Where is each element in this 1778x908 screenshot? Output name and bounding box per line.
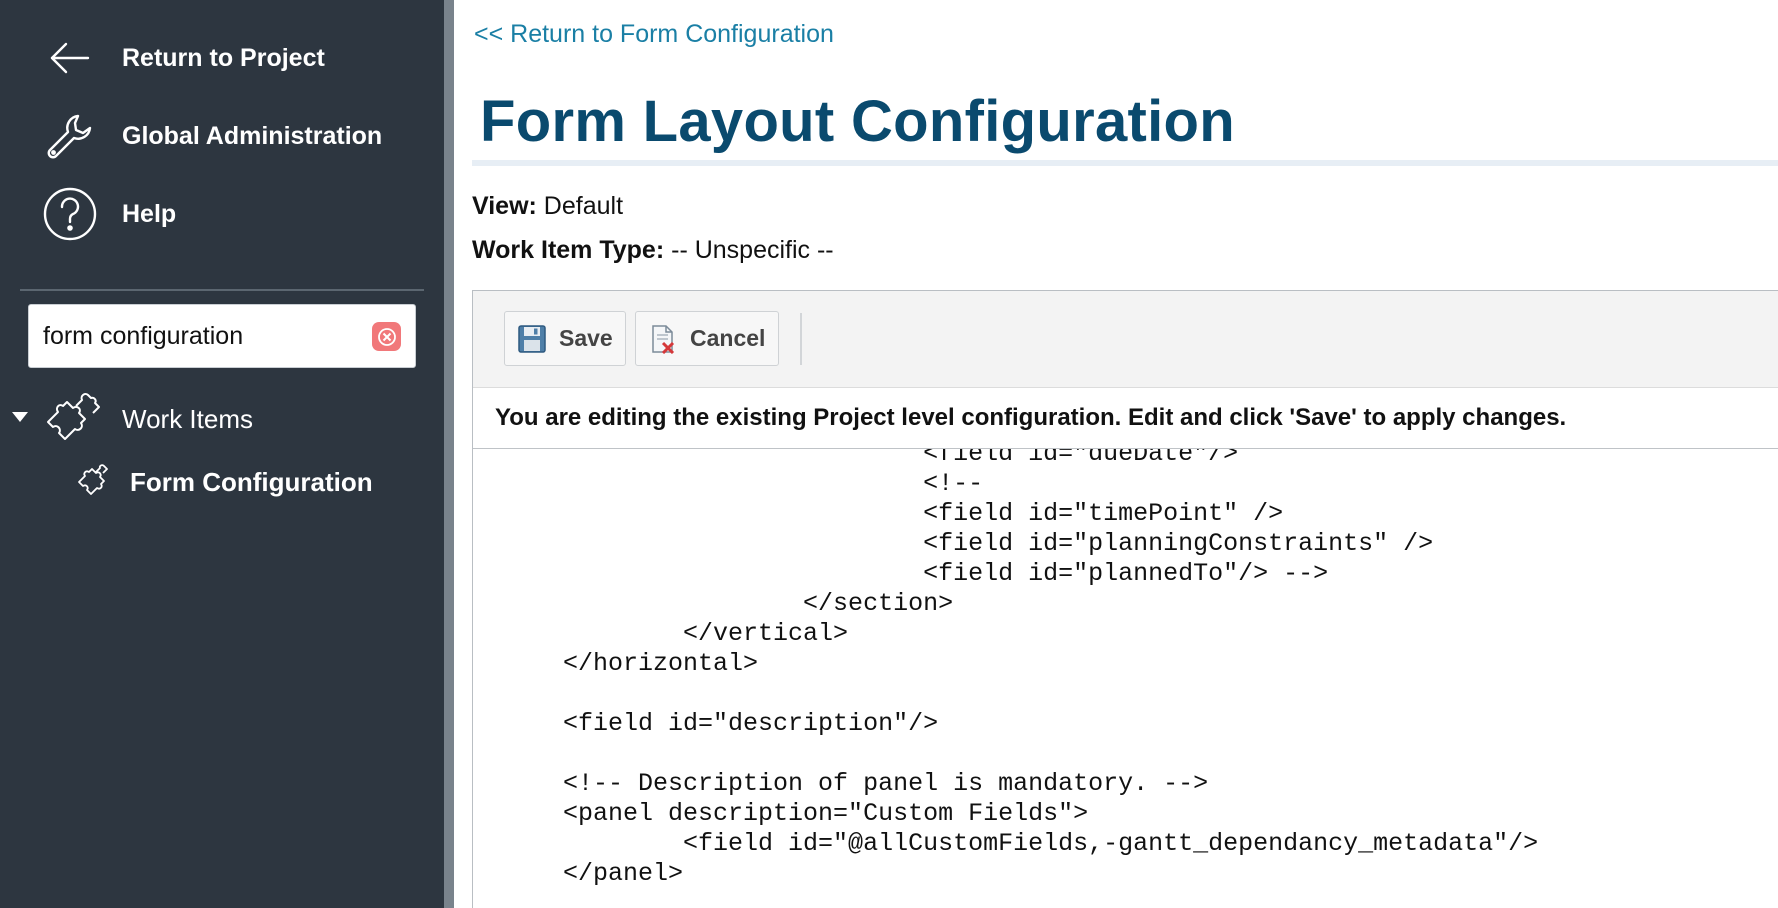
expand-triangle-icon[interactable] [12,412,28,422]
code-line: </panel> [473,859,684,888]
code-line: </section> [473,589,954,618]
save-label: Save [559,325,613,351]
view-line: View: Default [472,192,623,221]
work-item-type-line: Work Item Type: -- Unspecific -- [472,236,834,265]
cancel-button[interactable]: Cancel [635,311,779,366]
code-line: <!-- Description of panel is mandatory. … [473,769,1209,798]
puzzle-icon [42,392,102,448]
search-box [28,304,416,368]
floppy-disk-icon [517,324,547,354]
code-line: <field id="@allCustomFields,-gantt_depen… [473,829,1539,858]
global-administration-label: Global Administration [122,121,383,150]
form-configuration-label: Form Configuration [130,467,373,497]
tree-item-work-items[interactable]: Work Items [0,390,444,450]
page-title: Form Layout Configuration [480,89,1235,154]
puzzle-small-icon [76,464,110,498]
sidebar: Return to Project Global Administration … [0,0,444,908]
cancel-label: Cancel [690,325,766,351]
code-line: </horizontal> [473,649,759,678]
work-item-type-value: -- Unspecific -- [671,236,834,264]
main-content: << Return to Form Configuration Form Lay… [454,0,1778,908]
code-line: <field id="planningConstraints" /> [473,529,1434,558]
save-button[interactable]: Save [504,311,626,366]
return-to-project-link[interactable]: Return to Project [0,23,444,93]
editing-notice-text: You are editing the existing Project lev… [495,404,1567,431]
code-line: <!-- [473,469,984,498]
editing-notice: You are editing the existing Project lev… [473,387,1778,449]
sidebar-splitter[interactable] [444,0,454,908]
toolbar-separator [800,313,802,365]
sidebar-divider [20,289,424,291]
editor-panel: Save Cancel You are editing the existing… [472,290,1778,908]
editor-toolbar: Save Cancel [473,291,1778,387]
code-line: <field id="timePoint" /> [473,499,1284,528]
arrow-left-icon [40,28,100,88]
code-line: <field id="description"/> [473,709,939,738]
view-value: Default [543,192,624,220]
title-divider [472,160,1778,166]
xml-code-editor[interactable]: <field id="dueDate"/> <!-- <field id="ti… [473,449,1778,908]
search-input[interactable] [43,305,363,367]
global-administration-link[interactable]: Global Administration [0,101,444,171]
code-line: <field id="dueDate"/> [473,449,1239,468]
help-link[interactable]: Help [0,179,444,249]
work-items-label: Work Items [122,404,253,434]
clear-x-icon[interactable] [372,322,401,351]
code-line: </vertical> [473,619,849,648]
code-line: <panel description="Custom Fields"> [473,799,1089,828]
return-to-form-configuration-link[interactable]: << Return to Form Configuration [474,20,834,49]
question-circle-icon [40,184,100,244]
view-label: View: [472,192,537,220]
code-line: <field id="plannedTo"/> --> [473,559,1329,588]
return-to-project-label: Return to Project [122,43,325,72]
wrench-icon [40,106,100,166]
document-cancel-icon [648,324,678,354]
work-item-type-label: Work Item Type: [472,236,665,264]
help-label: Help [122,199,177,228]
tree-item-form-configuration[interactable]: Form Configuration [0,458,444,506]
